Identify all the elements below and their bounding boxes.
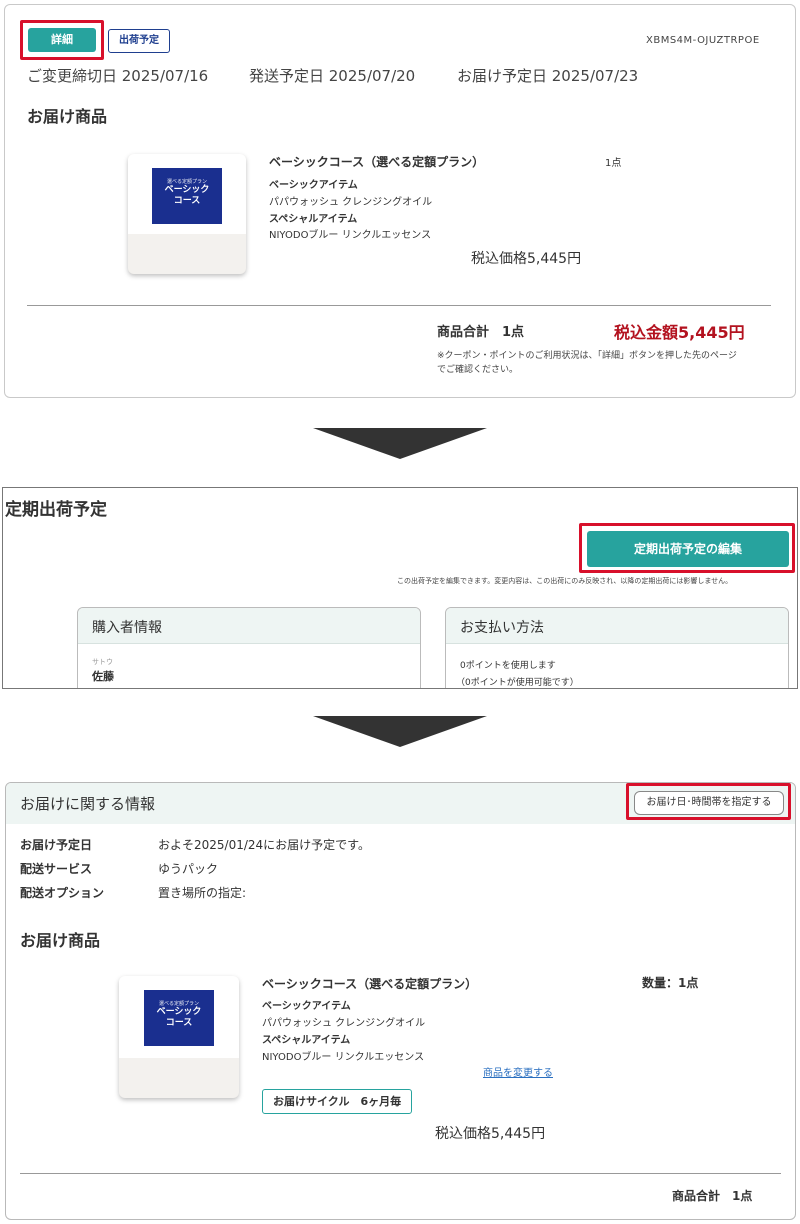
basic-item: パパウォッシュ クレンジングオイル: [262, 1018, 426, 1029]
divider: [27, 305, 771, 306]
product-price: 税込価格5,445円: [471, 251, 582, 267]
points-available: （0ポイントが使用可能です）: [456, 678, 579, 688]
special-item: NIYODOブルー リンクルエッセンス: [262, 1052, 425, 1063]
down-arrow-icon: [313, 428, 487, 459]
special-item-label: スペシャルアイテム: [269, 214, 358, 225]
row-value-shipping-option: 置き場所の指定:: [158, 886, 247, 900]
coupon-note-line1: ※クーポン・ポイントのご利用状況は、「詳細」ボタンを押した先のページ: [437, 351, 737, 361]
order-id: XBMS4M-OJUZTRPOE: [646, 35, 760, 46]
down-arrow-icon: [313, 716, 487, 747]
section-title-delivery-items: お届け商品: [20, 931, 101, 950]
total-count: 商品合計 1点: [437, 325, 525, 340]
panel-title: 定期出荷予定: [5, 500, 107, 520]
order-summary-panel: 詳細 出荷予定 XBMS4M-OJUZTRPOE ご変更締切日 2025/07/…: [4, 4, 796, 398]
total-count: 商品合計 1点: [672, 1189, 753, 1203]
buyer-info-card: 購入者情報 サトウ 佐藤: [77, 607, 421, 688]
product-image: 選べる定額プラン ベーシック コース: [119, 976, 239, 1098]
total-amount: 税込金額5,445円: [614, 323, 745, 342]
row-key-shipping-service: 配送サービス: [20, 862, 93, 876]
row-value-delivery-date: およそ2025/01/24にお届け予定です。: [158, 838, 370, 852]
payment-method-title: お支払い方法: [460, 620, 544, 636]
buyer-info-title: 購入者情報: [92, 620, 162, 636]
divider: [20, 1173, 781, 1174]
ship-schedule-button[interactable]: 出荷予定: [108, 29, 170, 53]
product-image: 選べる定額プラン ベーシック コース: [128, 154, 246, 274]
row-key-shipping-option: 配送オプション: [20, 886, 105, 900]
product-name: ベーシックコース（選べる定額プラン）: [262, 977, 478, 991]
change-deadline: ご変更締切日 2025/07/16: [27, 67, 209, 85]
basic-item: パパウォッシュ クレンジングオイル: [269, 197, 433, 208]
payment-method-card: お支払い方法 0ポイントを使用します （0ポイントが使用可能です）: [445, 607, 789, 688]
product-qty: 数量：1点: [642, 976, 699, 990]
section-title-delivery-items: お届け商品: [27, 107, 108, 126]
basic-item-label: ベーシックアイテム: [269, 180, 358, 191]
row-key-delivery-date: お届け予定日: [20, 838, 93, 852]
buyer-name: 佐藤: [92, 670, 114, 683]
edit-schedule-button-highlight: [579, 523, 795, 573]
points-used: 0ポイントを使用します: [460, 661, 556, 671]
panel-title: お届けに関する情報: [20, 795, 156, 813]
product-qty: 1点: [605, 158, 622, 169]
buyer-kana: サトウ: [92, 658, 113, 666]
special-item: NIYODOブルー リンクルエッセンス: [269, 230, 432, 241]
delivery-date: お届け予定日 2025/07/23: [457, 67, 639, 85]
ship-date: 発送予定日 2025/07/20: [249, 67, 416, 85]
product-price: 税込価格5,445円: [435, 1126, 546, 1142]
basic-item-label: ベーシックアイテム: [262, 1001, 351, 1012]
change-product-link[interactable]: 商品を変更する: [483, 1064, 553, 1079]
delivery-info-panel: お届けに関する情報 お届け日･時間帯を指定する お届け予定日 およそ2025/0…: [5, 782, 796, 1220]
specify-date-time-button-highlight: [626, 783, 791, 820]
edit-schedule-note: この出荷予定を編集できます。変更内容は、この出荷にのみ反映され、以降の定期出荷に…: [397, 577, 733, 585]
detail-button-highlight: [20, 20, 104, 60]
row-value-shipping-service: ゆうパック: [158, 862, 219, 876]
delivery-cycle-badge: お届けサイクル 6ヶ月毎: [262, 1089, 413, 1114]
coupon-note-line2: でご確認ください。: [437, 365, 519, 375]
scheduled-shipment-panel: 定期出荷予定 定期出荷予定の編集 この出荷予定を編集できます。変更内容は、この出…: [2, 487, 798, 689]
special-item-label: スペシャルアイテム: [262, 1035, 351, 1046]
product-name: ベーシックコース（選べる定額プラン）: [269, 155, 485, 169]
